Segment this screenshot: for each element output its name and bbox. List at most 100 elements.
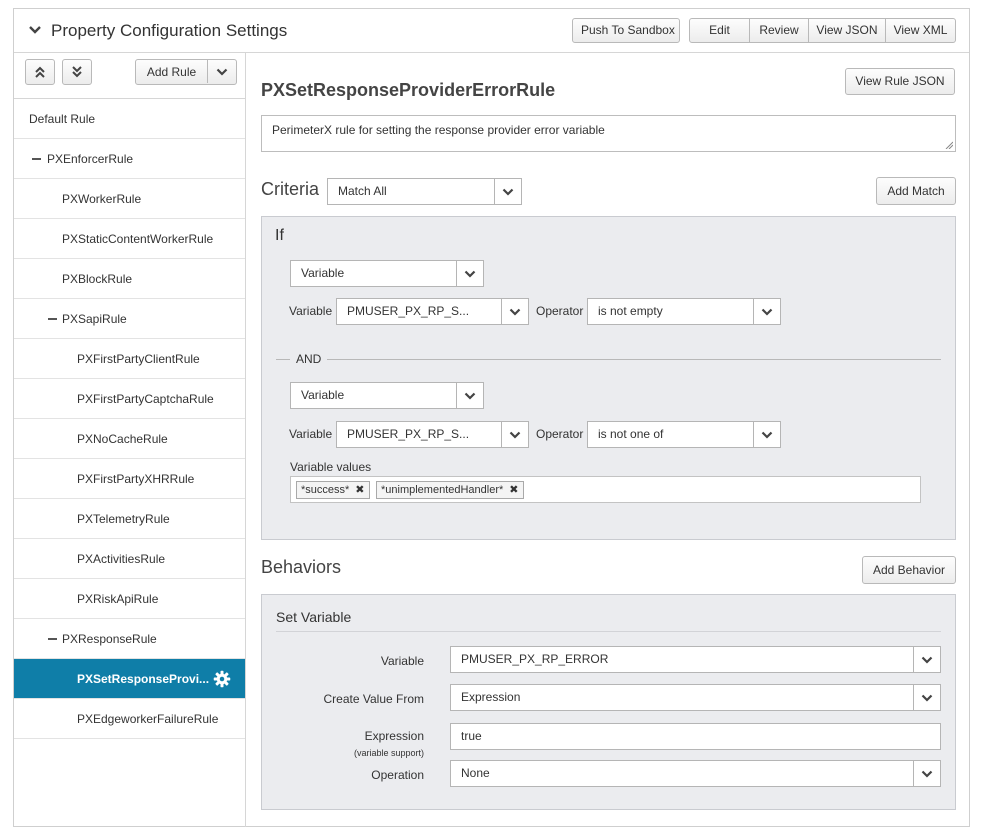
- collapse-minus-icon[interactable]: [48, 318, 57, 320]
- condition-2-variable: PMUSER_PX_RP_S...: [347, 427, 470, 441]
- rule-label: PXNoCacheRule: [77, 432, 168, 446]
- rule-item-default[interactable]: Default Rule: [14, 99, 245, 139]
- collapse-all-button[interactable]: [25, 59, 55, 85]
- value-tag-text: *unimplementedHandler*: [381, 484, 504, 496]
- behaviors-title: Behaviors: [261, 557, 342, 577]
- sidebar-toolbar: Add Rule: [14, 53, 245, 99]
- property-config-panel: Property Configuration Settings Push To …: [13, 8, 970, 827]
- rule-item-pxsapi[interactable]: PXSapiRule: [14, 299, 245, 339]
- double-chevron-up-icon: [35, 66, 45, 78]
- rule-editor: PXSetResponseProviderErrorRule View Rule…: [247, 53, 969, 827]
- chevron-down-icon: [753, 299, 780, 324]
- rule-item-pxsetresponseprovidererror[interactable]: PXSetResponseProvi...: [14, 659, 245, 699]
- review-button[interactable]: Review: [749, 19, 808, 42]
- view-json-button[interactable]: View JSON: [808, 19, 885, 42]
- rule-item-pxfirstpartyclient[interactable]: PXFirstPartyClientRule: [14, 339, 245, 379]
- match-mode-value: Match All: [338, 184, 387, 198]
- condition-1-type-select[interactable]: Variable: [290, 260, 484, 287]
- rule-label: PXTelemetryRule: [77, 512, 170, 526]
- rule-tree-sidebar: Add Rule Default Rule PXEnforcerRule PXW…: [14, 53, 246, 827]
- rule-label: PXResponseRule: [62, 632, 157, 646]
- rule-label: PXFirstPartyClientRule: [77, 352, 200, 366]
- rule-item-pxedgeworkerfailure[interactable]: PXEdgeworkerFailureRule: [14, 699, 245, 739]
- condition-2-operator-select[interactable]: is not one of: [587, 421, 781, 448]
- chevron-down-icon: [494, 179, 521, 204]
- add-rule-dropdown[interactable]: [207, 60, 236, 83]
- rule-item-pxnocache[interactable]: PXNoCacheRule: [14, 419, 245, 459]
- chevron-down-icon[interactable]: [28, 22, 42, 38]
- resize-handle-icon[interactable]: [945, 141, 953, 149]
- set-variable-behavior-panel: Set Variable Variable PMUSER_PX_RP_ERROR…: [261, 594, 956, 810]
- operation-select[interactable]: None: [450, 760, 941, 787]
- condition-1-operator-label: Operator: [536, 304, 584, 318]
- add-rule-button[interactable]: Add Rule: [136, 60, 207, 83]
- add-behavior-button[interactable]: Add Behavior: [862, 556, 956, 584]
- sv-variable-label: Variable: [380, 654, 424, 668]
- variable-values-label: Variable values: [290, 460, 372, 474]
- rule-comment-text: PerimeterX rule for setting the response…: [272, 123, 605, 137]
- panel-header: Property Configuration Settings Push To …: [14, 9, 969, 53]
- condition-1-type: Variable: [301, 266, 345, 280]
- collapse-minus-icon[interactable]: [32, 158, 41, 160]
- condition-1-variable-label: Variable: [289, 304, 333, 318]
- rule-item-pxblock[interactable]: PXBlockRule: [14, 259, 245, 299]
- condition-2-type-select[interactable]: Variable: [290, 382, 484, 409]
- expression-label: Expression: [364, 729, 424, 743]
- criteria-title: Criteria: [261, 179, 320, 199]
- remove-tag-icon[interactable]: ✖: [355, 482, 364, 498]
- condition-2-variable-select[interactable]: PMUSER_PX_RP_S...: [336, 421, 529, 448]
- edit-button[interactable]: Edit: [690, 19, 749, 42]
- value-tag: *success* ✖: [296, 481, 370, 499]
- condition-1-operator-select[interactable]: is not empty: [587, 298, 781, 325]
- view-xml-button[interactable]: View XML: [885, 19, 955, 42]
- criteria-panel: If Variable Variable PMUSER_PX_RP_S... O…: [261, 216, 956, 540]
- create-value-from-value: Expression: [461, 690, 521, 704]
- expand-all-button[interactable]: [62, 59, 92, 85]
- remove-tag-icon[interactable]: ✖: [509, 482, 518, 498]
- operation-label: Operation: [371, 768, 424, 782]
- match-mode-select[interactable]: Match All: [327, 178, 522, 205]
- condition-2-type: Variable: [301, 388, 345, 402]
- gear-icon[interactable]: [213, 670, 231, 688]
- rule-item-pxactivities[interactable]: PXActivitiesRule: [14, 539, 245, 579]
- rule-label: PXRiskApiRule: [77, 592, 159, 606]
- sv-variable-value: PMUSER_PX_RP_ERROR: [461, 652, 609, 666]
- condition-1-operator: is not empty: [598, 304, 663, 318]
- rule-item-pxresponse[interactable]: PXResponseRule: [14, 619, 245, 659]
- chevron-down-icon: [913, 685, 940, 710]
- and-divider-right: [327, 359, 941, 360]
- rule-item-pxtelemetry[interactable]: PXTelemetryRule: [14, 499, 245, 539]
- rule-label: PXEnforcerRule: [47, 152, 134, 166]
- push-to-sandbox-button[interactable]: Push To Sandbox: [572, 18, 680, 43]
- variable-values-input[interactable]: *success* ✖ *unimplementedHandler* ✖: [290, 476, 921, 503]
- rule-item-pxworker[interactable]: PXWorkerRule: [14, 179, 245, 219]
- double-chevron-down-icon: [72, 66, 82, 78]
- rule-label: PXStaticContentWorkerRule: [62, 232, 214, 246]
- page-title: Property Configuration Settings: [51, 21, 288, 40]
- create-value-from-select[interactable]: Expression: [450, 684, 941, 711]
- condition-1-variable-select[interactable]: PMUSER_PX_RP_S...: [336, 298, 529, 325]
- rule-item-pxenforcer[interactable]: PXEnforcerRule: [14, 139, 245, 179]
- view-rule-json-button[interactable]: View Rule JSON: [845, 68, 955, 95]
- rule-comment-textarea[interactable]: PerimeterX rule for setting the response…: [261, 115, 956, 152]
- and-label: AND: [296, 352, 322, 366]
- behavior-divider: [276, 631, 941, 632]
- chevron-down-icon: [913, 761, 940, 786]
- add-rule-group: Add Rule: [135, 59, 237, 85]
- rule-item-pxfirstpartycaptcha[interactable]: PXFirstPartyCaptchaRule: [14, 379, 245, 419]
- rule-label: PXFirstPartyCaptchaRule: [77, 392, 214, 406]
- expression-note: (variable support): [353, 748, 424, 758]
- sv-variable-select[interactable]: PMUSER_PX_RP_ERROR: [450, 646, 941, 673]
- expression-input[interactable]: true: [450, 723, 941, 750]
- rule-item-pxriskapi[interactable]: PXRiskApiRule: [14, 579, 245, 619]
- collapse-minus-icon[interactable]: [48, 638, 57, 640]
- chevron-down-icon: [913, 647, 940, 672]
- rule-name-title: PXSetResponseProviderErrorRule: [261, 80, 556, 100]
- chevron-down-icon: [501, 299, 528, 324]
- add-match-button[interactable]: Add Match: [876, 177, 956, 205]
- chevron-down-icon: [456, 383, 483, 408]
- chevron-down-icon: [501, 422, 528, 447]
- rule-item-pxfirstpartyxhr[interactable]: PXFirstPartyXHRRule: [14, 459, 245, 499]
- rule-item-pxstaticcontentworker[interactable]: PXStaticContentWorkerRule: [14, 219, 245, 259]
- chevron-down-icon: [753, 422, 780, 447]
